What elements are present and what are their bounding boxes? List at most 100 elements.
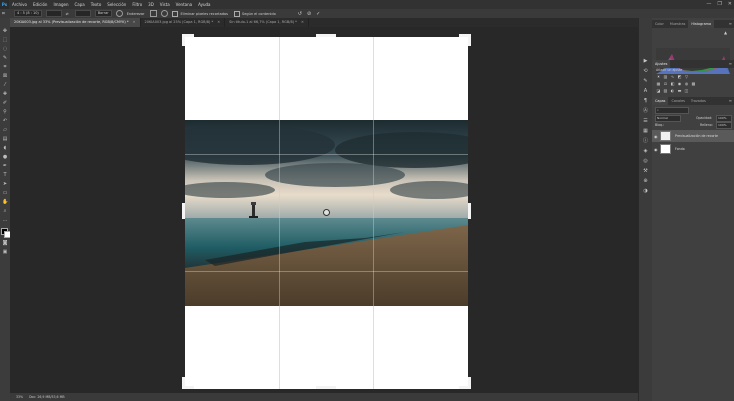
glyphs-icon[interactable]: Ⓐ: [642, 108, 649, 115]
tool-presets-icon[interactable]: ⚒: [642, 168, 649, 175]
more-tools-icon[interactable]: …: [2, 217, 8, 223]
tab-document-3[interactable]: Sin título-1 al 66,7% (Capa 1, RGB/8) * ✕: [225, 18, 309, 27]
hue-saturation-icon[interactable]: ▦: [656, 81, 661, 86]
dodge-tool-icon[interactable]: ●: [2, 154, 8, 160]
tab-histogram[interactable]: Histograma: [688, 20, 715, 28]
menu-vista[interactable]: Vista: [160, 2, 170, 7]
frame-tool-icon[interactable]: ⊠: [2, 73, 8, 79]
marquee-tool-icon[interactable]: ⬚: [2, 37, 8, 43]
screen-mode-icon[interactable]: ▣: [2, 249, 8, 255]
history-brush-tool-icon[interactable]: ↶: [2, 118, 8, 124]
character-icon[interactable]: A: [642, 88, 649, 95]
tab-close-icon[interactable]: ✕: [133, 20, 136, 24]
brush-settings-icon[interactable]: ✎: [642, 78, 649, 85]
properties-icon[interactable]: ☰: [642, 118, 649, 125]
color-balance-icon[interactable]: ⚖: [663, 81, 668, 86]
menu-texto[interactable]: Texto: [91, 2, 102, 7]
layer-row[interactable]: ◉ Previsualización de recorte: [652, 130, 734, 142]
menu-3d[interactable]: 3D: [148, 2, 154, 7]
crop-handle-left[interactable]: [182, 203, 185, 219]
lasso-tool-icon[interactable]: ◌: [2, 46, 8, 52]
crop-tool-icon[interactable]: ⌗: [2, 11, 14, 17]
content-aware-checkbox[interactable]: [234, 10, 240, 17]
reset-icon[interactable]: ↺: [298, 11, 302, 17]
tab-adjustments[interactable]: Ajustes: [652, 60, 671, 68]
shape-tool-icon[interactable]: ▭: [2, 190, 8, 196]
blend-mode-select[interactable]: Normal: [655, 115, 681, 122]
delete-cropped-checkbox[interactable]: [172, 10, 179, 17]
selective-color-icon[interactable]: ◫: [684, 88, 689, 93]
crop-handle-bottom-right[interactable]: [468, 377, 471, 389]
panel-menu-icon[interactable]: ≡: [729, 21, 732, 26]
brightness-icon[interactable]: ☀: [656, 74, 661, 79]
clone-source-icon[interactable]: ⊕: [642, 178, 649, 185]
vibrance-icon[interactable]: ▽: [684, 74, 689, 79]
eyedropper-tool-icon[interactable]: ⁄: [2, 82, 8, 88]
gradient-map-icon[interactable]: ▬: [677, 88, 682, 93]
black-white-icon[interactable]: ◧: [670, 81, 675, 86]
crop-handle-top-right[interactable]: [468, 34, 471, 46]
clear-button[interactable]: Borrar: [94, 10, 112, 17]
info-icon[interactable]: ⓘ: [642, 138, 649, 145]
quick-select-tool-icon[interactable]: ✎: [2, 55, 8, 61]
menu-edicion[interactable]: Edición: [33, 2, 47, 7]
tab-swatches[interactable]: Muestras: [667, 20, 689, 28]
path-select-tool-icon[interactable]: ➤: [2, 181, 8, 187]
crop-ratio-select[interactable]: 4 : 5 (8 : 10): [14, 10, 42, 17]
maximize-button[interactable]: ❐: [717, 1, 721, 7]
tab-layers[interactable]: Capas: [652, 97, 669, 105]
tab-close-icon[interactable]: ✕: [217, 20, 220, 24]
move-tool-icon[interactable]: ✥: [2, 28, 8, 34]
panel-menu-icon[interactable]: ≡: [729, 61, 732, 66]
menu-capa[interactable]: Capa: [75, 2, 85, 7]
tab-paths[interactable]: Trazados: [688, 97, 709, 105]
close-button[interactable]: ✕: [728, 1, 732, 7]
layer-name[interactable]: Fondo: [675, 147, 685, 151]
levels-icon[interactable]: ▥: [663, 74, 668, 79]
stamp-tool-icon[interactable]: ⚲: [2, 109, 8, 115]
fill-field[interactable]: 100%: [716, 122, 732, 129]
menu-seleccion[interactable]: Selección: [107, 2, 126, 7]
curves-icon[interactable]: ∿: [670, 74, 675, 79]
cancel-icon[interactable]: ⊘: [307, 11, 311, 17]
straighten-icon[interactable]: [115, 10, 123, 17]
type-tool-icon[interactable]: T: [2, 172, 8, 178]
brush-tool-icon[interactable]: ✐: [2, 100, 8, 106]
visibility-eye-icon[interactable]: ◉: [654, 134, 658, 139]
invert-icon[interactable]: ◪: [656, 88, 661, 93]
paragraph-icon[interactable]: ¶: [642, 98, 649, 105]
photo-filter-icon[interactable]: ◉: [677, 81, 682, 86]
pen-tool-icon[interactable]: ✒: [2, 163, 8, 169]
tab-document-1[interactable]: 20KIA003.jpg al 33% (Previsualización de…: [10, 18, 141, 27]
overlay-grid-icon[interactable]: [150, 10, 158, 17]
exposure-icon[interactable]: ◩: [677, 74, 682, 79]
eraser-tool-icon[interactable]: ▱: [2, 127, 8, 133]
tab-close-icon[interactable]: ✕: [301, 20, 304, 24]
opacity-field[interactable]: 100%: [716, 115, 732, 122]
posterize-icon[interactable]: ▧: [663, 88, 668, 93]
zoom-level[interactable]: 33%: [16, 395, 23, 399]
quick-mask-icon[interactable]: ◙: [2, 240, 8, 246]
crop-handle-top-left[interactable]: [182, 34, 185, 46]
threshold-icon[interactable]: ◐: [670, 88, 675, 93]
navigator-icon[interactable]: ◈: [642, 148, 649, 155]
menu-archivo[interactable]: Archivo: [12, 2, 27, 7]
layer-filter-select[interactable]: ⌕: [655, 107, 689, 114]
crop-handle-bottom[interactable]: [316, 386, 336, 389]
menu-ventana[interactable]: Ventana: [176, 2, 192, 7]
gradient-tool-icon[interactable]: ▤: [2, 136, 8, 142]
healing-tool-icon[interactable]: ✚: [2, 91, 8, 97]
creative-cloud-icon[interactable]: ◎: [642, 158, 649, 165]
tab-document-2[interactable]: 20KIA003.jpg al 25% (Capa 1, RGB/8) * ✕: [141, 18, 226, 27]
swap-icon[interactable]: ⇄: [66, 12, 69, 16]
commit-icon[interactable]: ✓: [316, 11, 320, 17]
crop-handle-top[interactable]: [316, 34, 336, 37]
timeline-icon[interactable]: ◑: [642, 188, 649, 195]
layer-name[interactable]: Previsualización de recorte: [675, 134, 718, 138]
warning-icon[interactable]: ▲: [724, 30, 727, 35]
minimize-button[interactable]: —: [706, 1, 711, 7]
visibility-eye-icon[interactable]: ◉: [654, 147, 658, 152]
menu-filtro[interactable]: Filtro: [132, 2, 142, 7]
width-field[interactable]: [45, 10, 62, 17]
menu-ayuda[interactable]: Ayuda: [198, 2, 210, 7]
